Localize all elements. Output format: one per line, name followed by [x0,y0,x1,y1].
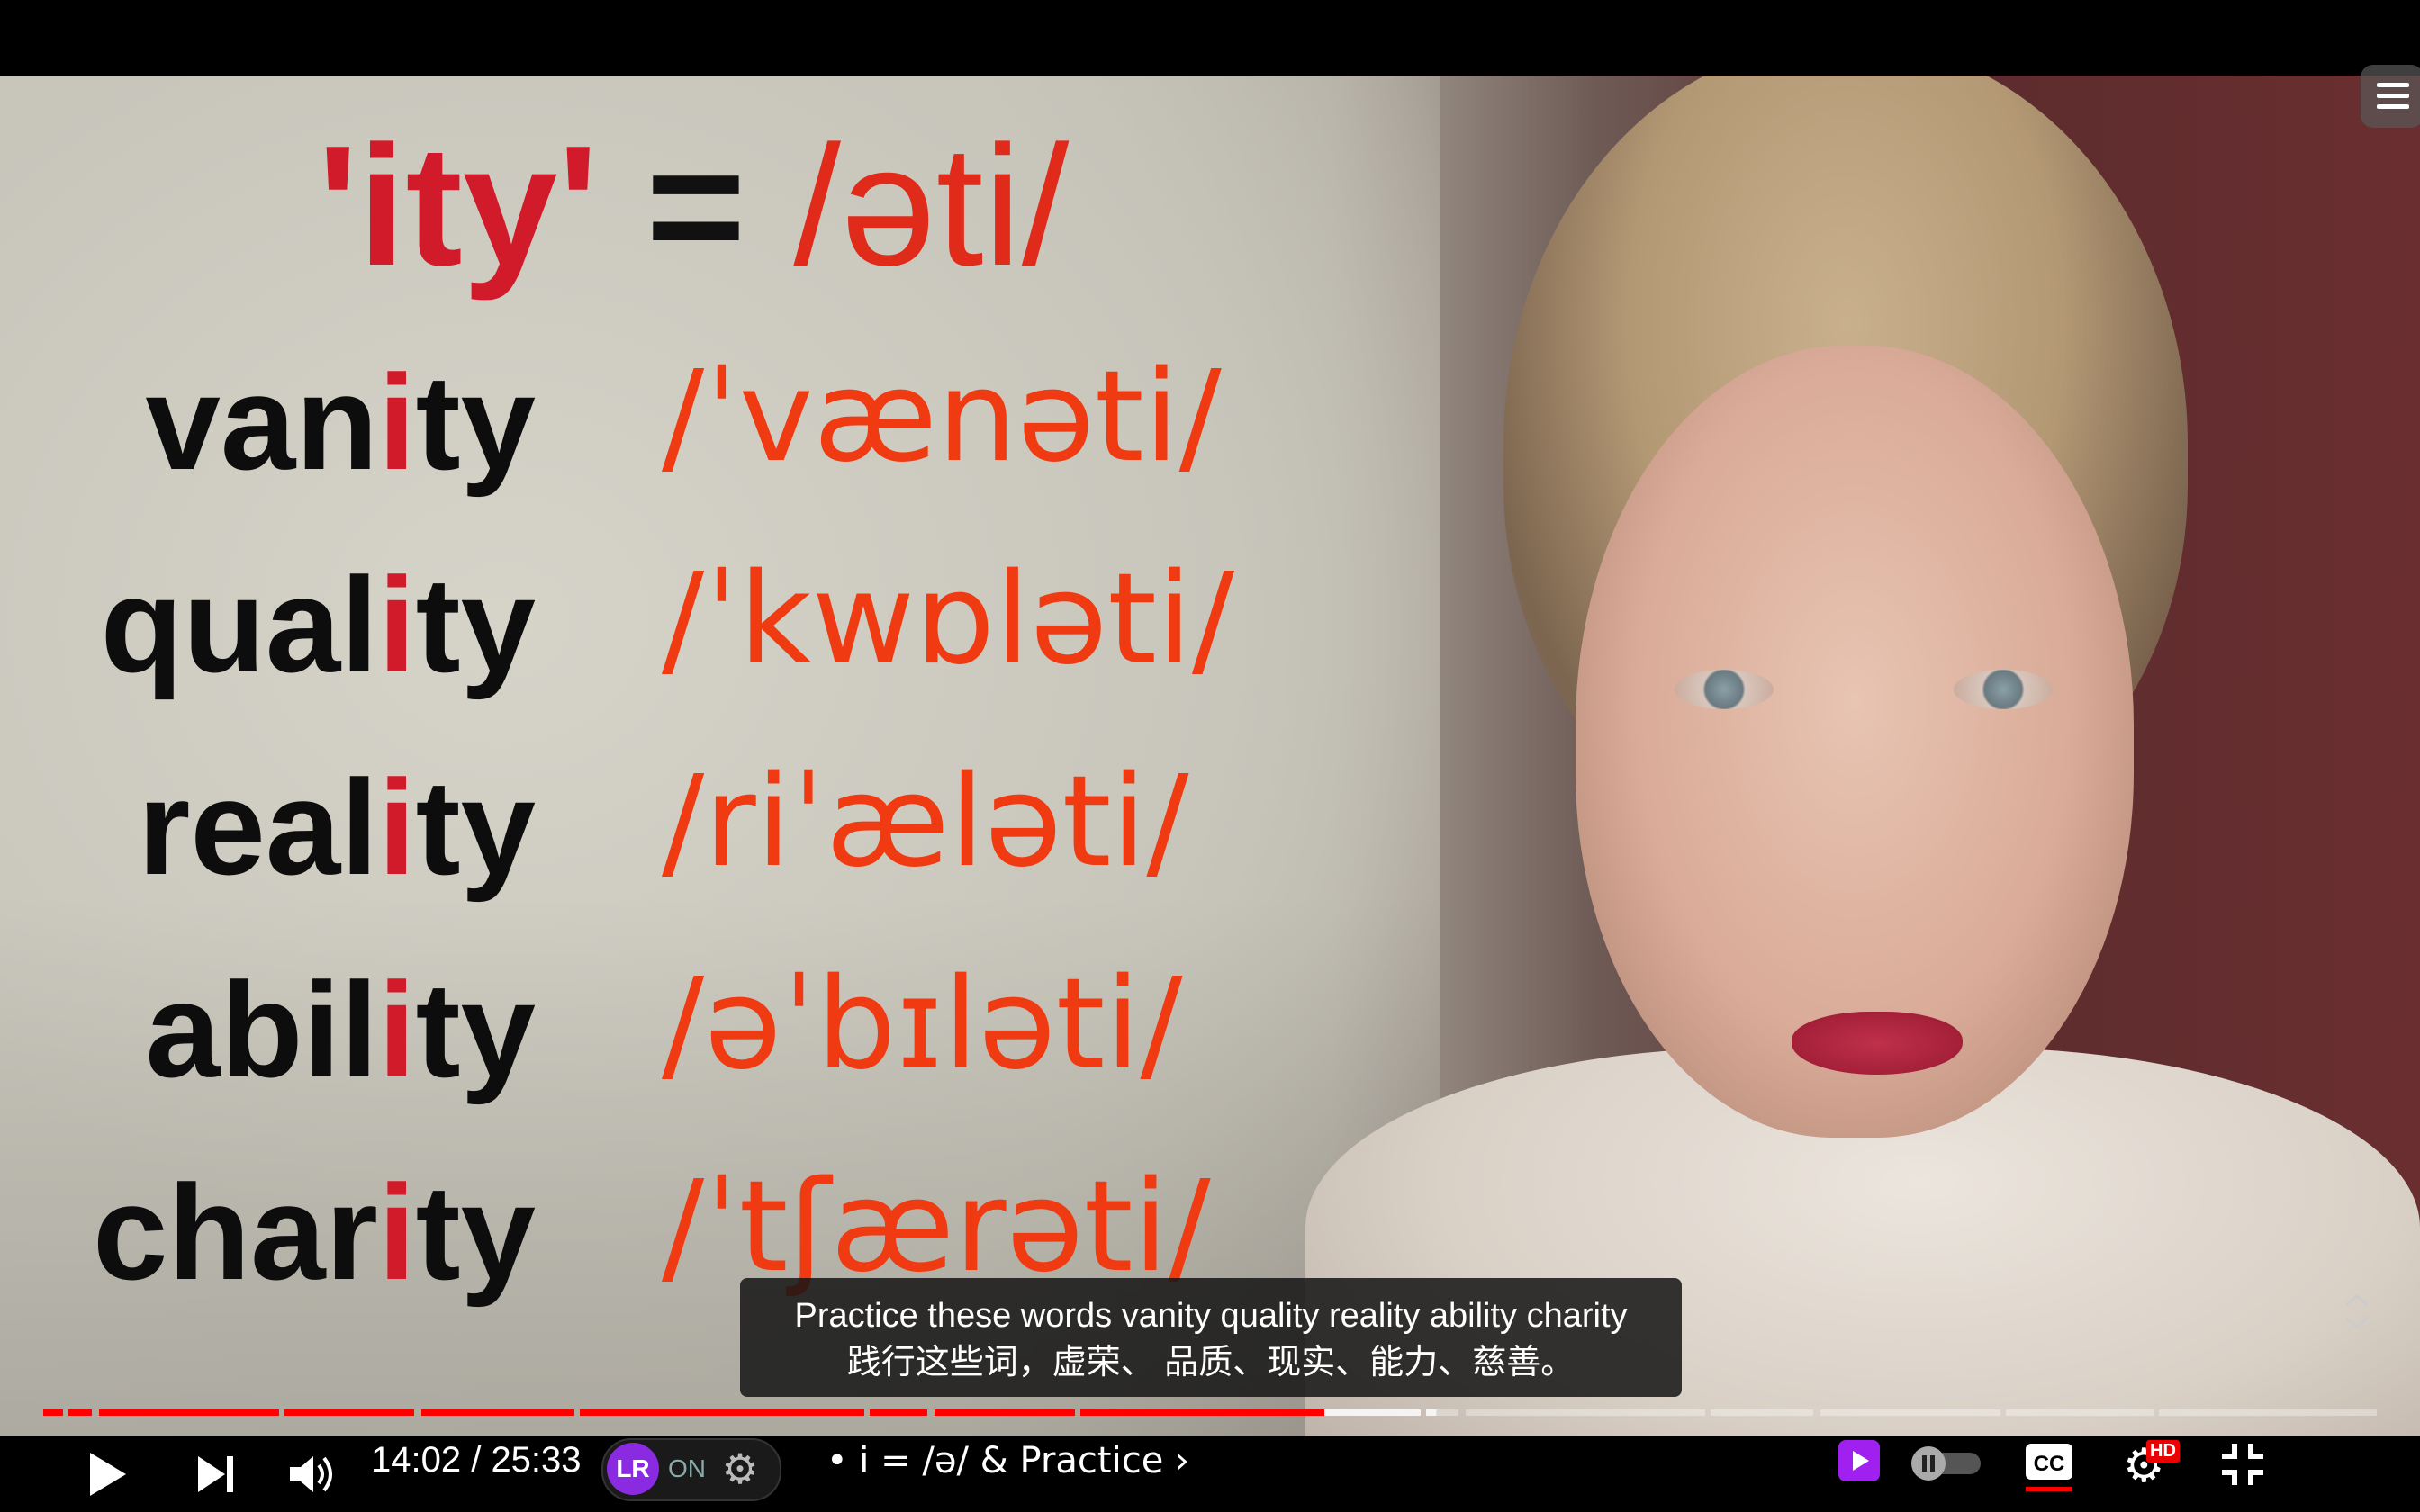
chapter-segment[interactable] [2159,1409,2377,1416]
played-segment [580,1409,864,1416]
chapter-label: • i = /ə/ & Practice [826,1440,1164,1481]
played-segment [421,1409,574,1416]
volume-icon[interactable] [286,1453,337,1496]
settings-icon[interactable]: ⚙ HD [2123,1440,2182,1492]
word-ipa: /əˈbɪləti/ [662,951,1183,1098]
cc-label: CC [2034,1452,2065,1476]
word-row: reality /riˈæləti/ [0,760,1386,940]
word: quality [100,549,536,700]
cc-icon[interactable]: CC [2024,1440,2074,1492]
word: reality [138,752,536,903]
presenter-lips [1792,1012,1963,1075]
presenter-left-eye [1675,670,1774,709]
next-icon[interactable] [193,1453,238,1496]
video-frame[interactable]: 'ity' = /əti/ vanity /ˈvænəti/ quality /… [0,76,2420,1436]
exit-fullscreen-icon[interactable] [2220,1442,2265,1487]
word-row: vanity /ˈvænəti/ [0,355,1386,535]
word-ipa: /ˈtʃærəti/ [662,1154,1211,1300]
chapter-title[interactable]: • i = /ə/ & Practice › [826,1440,1189,1481]
played-segment [870,1409,927,1416]
chevron-right-icon: › [1175,1440,1190,1481]
play-icon[interactable] [83,1449,133,1499]
time-display: 14:02 / 25:33 [371,1440,582,1480]
played-segment [68,1409,92,1416]
miniplayer-icon[interactable] [1837,1438,1882,1483]
autoplay-toggle-icon[interactable] [1909,1444,1984,1483]
word: ability [145,954,536,1105]
word-ipa: /ˈkwɒləti/ [662,546,1235,693]
presenter-right-eye [1954,670,2053,709]
lr-logo: LR [607,1443,659,1495]
chapter-segment[interactable] [1466,1409,1705,1416]
subtitle-line-chinese: 践行这些词，虚荣、 品质、现实、能力、慈善。 [846,1344,1576,1382]
title-suffix: 'ity' [317,111,599,302]
word: vanity [145,346,536,498]
played-segment [935,1409,1075,1416]
menu-icon[interactable] [2361,65,2420,128]
hd-badge: HD [2146,1440,2180,1462]
presenter [1305,76,2420,1436]
expand-icon[interactable] [2339,1289,2375,1334]
played-segment [1080,1409,1325,1416]
subtitle-box: Practice these words vanity quality real… [740,1278,1682,1397]
word-row: quality /ˈkwɒləti/ [0,557,1386,737]
title-equals: = [598,111,794,302]
word-ipa: /riˈæləti/ [662,749,1189,896]
played-segment [284,1409,414,1416]
title-ipa: /əti/ [793,111,1070,302]
top-letterbox [0,0,2420,76]
buffered-segment [1426,1409,1437,1416]
lr-status: ON [668,1454,706,1482]
chapter-segment[interactable] [1711,1409,1813,1416]
progress-bar[interactable] [43,1404,2377,1416]
played-segment [43,1409,63,1416]
language-reactor-toggle[interactable]: LR ON ⚙ [601,1438,781,1501]
progress-track[interactable] [43,1408,2377,1418]
settings-icon[interactable]: ⚙ [718,1447,762,1490]
chapter-segment[interactable] [1820,1409,2000,1416]
word: charity [93,1156,536,1308]
slide-title: 'ity' = /əti/ [0,121,1386,292]
word-row: ability /əˈbɪləti/ [0,962,1386,1142]
word-ipa: /ˈvænəti/ [662,344,1222,490]
chapter-segment[interactable] [2006,1409,2154,1416]
subtitle-line-english: Practice these words vanity quality real… [794,1297,1628,1335]
played-segment [99,1409,279,1416]
